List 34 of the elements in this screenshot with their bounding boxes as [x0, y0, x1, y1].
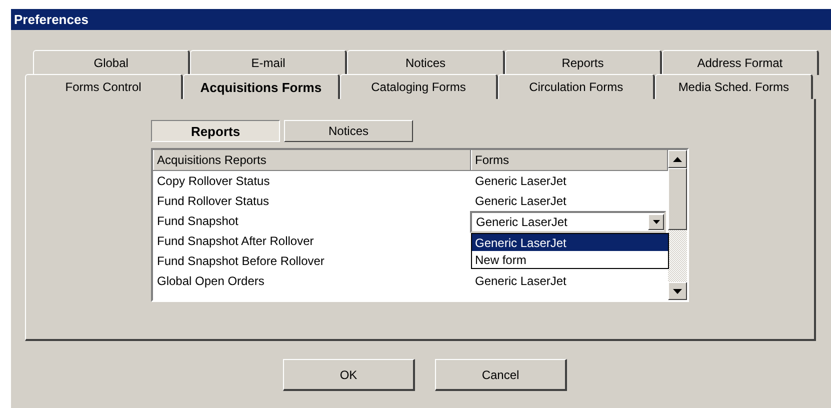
dialog-button[interactable]: Cancel: [435, 359, 567, 391]
table-cell-text: Fund Snapshot After Rollover: [156, 233, 315, 250]
tab[interactable]: Reports: [504, 50, 662, 75]
window-title: Preferences: [14, 12, 88, 27]
table-cell-text: Generic LaserJet: [474, 193, 568, 210]
table-cell-text: Generic LaserJet: [474, 273, 568, 290]
table-cell-text: Generic LaserJet: [474, 173, 568, 190]
table-cell-text: Copy Rollover Status: [156, 173, 271, 190]
combo-value: Generic LaserJet: [476, 215, 568, 229]
tab[interactable]: Global: [33, 50, 190, 75]
tab[interactable]: Notices: [347, 50, 505, 75]
dropdown-option[interactable]: Generic LaserJet: [472, 234, 668, 251]
tab[interactable]: Notices: [284, 120, 413, 142]
table-cell-text: Fund Rollover Status: [156, 193, 270, 210]
dialog-button[interactable]: OK: [283, 359, 415, 391]
scroll-thumb[interactable]: [668, 168, 687, 230]
scrollbar[interactable]: [668, 150, 687, 300]
tab[interactable]: Reports: [151, 120, 280, 142]
tab[interactable]: E-mail: [190, 50, 348, 75]
table-cell-text: Global Open Orders: [156, 273, 266, 290]
tab[interactable]: Address Format: [662, 50, 820, 75]
column-header[interactable]: Forms: [471, 150, 668, 170]
tab[interactable]: Acquisitions Forms: [182, 74, 340, 99]
scroll-up-icon[interactable]: [668, 150, 687, 168]
form-dropdown[interactable]: Generic LaserJet: [470, 211, 666, 233]
column-header[interactable]: Acquisitions Reports: [153, 150, 471, 170]
tab[interactable]: Forms Control: [25, 74, 183, 99]
dropdown-option[interactable]: New form: [472, 251, 668, 268]
tab[interactable]: Cataloging Forms: [340, 74, 498, 99]
scroll-down-icon[interactable]: [668, 282, 687, 300]
tab[interactable]: Circulation Forms: [498, 74, 656, 99]
table-cell-text: Fund Snapshot Before Rollover: [156, 253, 326, 270]
tab[interactable]: Media Sched. Forms: [655, 74, 813, 99]
table-cell-text: Fund Snapshot: [156, 213, 240, 230]
